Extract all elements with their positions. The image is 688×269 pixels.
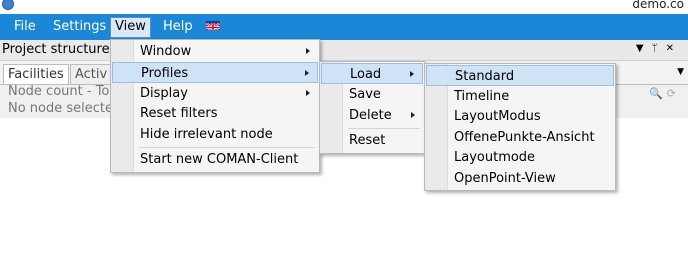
chevron-down-icon[interactable]: ▼	[636, 43, 652, 54]
flag-uk-icon[interactable]	[206, 21, 220, 30]
menu-view[interactable]: View	[110, 17, 151, 38]
node-count-label: Node count - To	[8, 84, 110, 99]
menu-file[interactable]: File	[10, 18, 40, 36]
panel-controls: ▼ᛘ✕	[636, 43, 682, 54]
panel-tools: 🔍⟳	[649, 87, 680, 100]
menu-item-display[interactable]: Display	[112, 83, 318, 104]
menu-item-window[interactable]: Window	[112, 41, 318, 62]
menu-item-profiles[interactable]: Profiles	[112, 62, 318, 83]
app-logo-icon	[2, 0, 14, 10]
menu-item-profile-layoutmode[interactable]: Layoutmode	[426, 147, 614, 168]
menu-item-profile-layoutmodus[interactable]: LayoutModus	[426, 106, 614, 127]
menu-item-start-client[interactable]: Start new COMAN-Client	[112, 149, 318, 170]
menu-item-reset-filters[interactable]: Reset filters	[112, 103, 318, 124]
view-menu: Window Profiles Display Reset filters Hi…	[110, 39, 320, 173]
search-icon[interactable]: 🔍	[649, 87, 667, 100]
submenu-arrow-icon	[306, 90, 310, 96]
submenu-arrow-icon	[306, 48, 310, 54]
load-menu: Standard Timeline LayoutModus OffenePunk…	[424, 63, 616, 191]
submenu-arrow-icon	[305, 70, 309, 76]
menubar: File Settings View Help	[0, 14, 688, 40]
submenu-arrow-icon	[410, 71, 414, 77]
menu-item-load[interactable]: Load	[321, 63, 423, 84]
pin-icon[interactable]: ᛘ	[652, 43, 666, 54]
refresh-icon[interactable]: ⟳	[667, 87, 680, 100]
menu-separator	[348, 128, 420, 129]
menu-item-save[interactable]: Save	[321, 84, 423, 105]
menu-help[interactable]: Help	[159, 18, 197, 36]
tab-facilities[interactable]: Facilities	[3, 64, 69, 84]
close-icon[interactable]: ✕	[666, 43, 682, 54]
menu-item-reset[interactable]: Reset	[321, 130, 423, 151]
panel-header: Project structure ▼ᛘ✕	[0, 40, 688, 61]
profiles-menu: Load Save Delete Reset	[319, 61, 425, 154]
menu-item-profile-offenepunkte[interactable]: OffenePunkte-Ansicht	[426, 127, 614, 148]
title-bar: demo.co	[0, 0, 688, 14]
menu-item-delete[interactable]: Delete	[321, 105, 423, 126]
menu-item-hide-irrelevant[interactable]: Hide irrelevant node	[112, 124, 318, 145]
menu-item-profile-openpoint[interactable]: OpenPoint-View	[426, 168, 614, 189]
submenu-arrow-icon	[411, 112, 415, 118]
tab-menu-icon[interactable]: ▼	[677, 67, 684, 77]
menu-item-profile-standard[interactable]: Standard	[426, 65, 614, 86]
window-title: demo.co	[632, 0, 684, 11]
menu-separator	[139, 147, 315, 148]
menu-item-profile-timeline[interactable]: Timeline	[426, 86, 614, 107]
menu-settings[interactable]: Settings	[49, 18, 110, 36]
selection-status: No node selected	[8, 101, 122, 116]
panel-title: Project structure	[2, 42, 110, 57]
